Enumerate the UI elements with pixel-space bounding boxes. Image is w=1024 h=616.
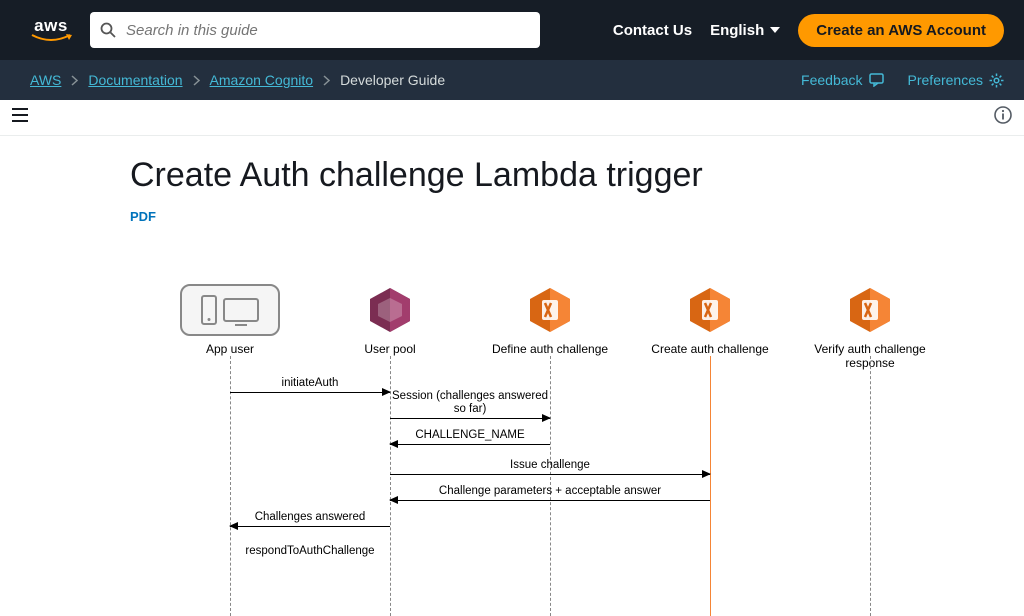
contact-us-link[interactable]: Contact Us [613, 22, 692, 39]
pdf-link[interactable]: PDF [130, 209, 964, 224]
feedback-icon [869, 73, 884, 87]
breadcrumb-sep-icon [193, 75, 200, 86]
breadcrumb-cognito[interactable]: Amazon Cognito [210, 72, 314, 88]
cognito-icon [365, 285, 415, 335]
feedback-link[interactable]: Feedback [801, 72, 883, 88]
sequence-diagram: App user User pool Define a [130, 284, 964, 604]
actor-create-challenge: Create auth challenge [630, 284, 790, 356]
msg-challenge-name: CHALLENGE_NAME [390, 444, 550, 445]
menu-toggle-button[interactable] [12, 108, 28, 127]
msg-initiate-auth: initiateAuth [230, 392, 390, 393]
lifeline-active [710, 356, 711, 616]
actor-define-challenge: Define auth challenge [470, 284, 630, 356]
create-account-button[interactable]: Create an AWS Account [798, 14, 1004, 47]
breadcrumb-current: Developer Guide [340, 72, 445, 88]
chevron-down-icon [770, 27, 780, 33]
search-input[interactable] [90, 12, 540, 48]
aws-logo[interactable]: aws [30, 17, 72, 43]
msg-challenges-answered: Challenges answered [230, 526, 390, 527]
breadcrumb-sep-icon [71, 75, 78, 86]
msg-respond: respondToAuthChallenge [230, 560, 390, 561]
lifeline [870, 356, 871, 616]
hamburger-icon [12, 108, 28, 122]
info-button[interactable] [994, 106, 1012, 129]
info-icon [994, 106, 1012, 124]
lambda-icon [685, 285, 735, 335]
msg-session: Session (challenges answered so far) [390, 418, 550, 419]
lambda-icon [845, 285, 895, 335]
actor-user-pool: User pool [310, 284, 470, 356]
actor-app-user: App user [150, 284, 310, 356]
language-selector[interactable]: English [710, 22, 780, 39]
page-title: Create Auth challenge Lambda trigger [130, 156, 964, 195]
lambda-icon [525, 285, 575, 335]
msg-issue-challenge: Issue challenge [390, 474, 710, 475]
lifeline [230, 356, 231, 616]
breadcrumb-sep-icon [323, 75, 330, 86]
msg-challenge-params: Challenge parameters + acceptable answer [390, 500, 710, 501]
search-container [90, 12, 540, 48]
devices-icon [180, 284, 280, 336]
gear-icon [989, 73, 1004, 88]
breadcrumb-aws[interactable]: AWS [30, 72, 61, 88]
preferences-link[interactable]: Preferences [908, 72, 1004, 88]
aws-smile-icon [30, 33, 72, 43]
breadcrumb-documentation[interactable]: Documentation [88, 72, 182, 88]
language-label: English [710, 22, 764, 39]
search-icon [100, 22, 116, 38]
